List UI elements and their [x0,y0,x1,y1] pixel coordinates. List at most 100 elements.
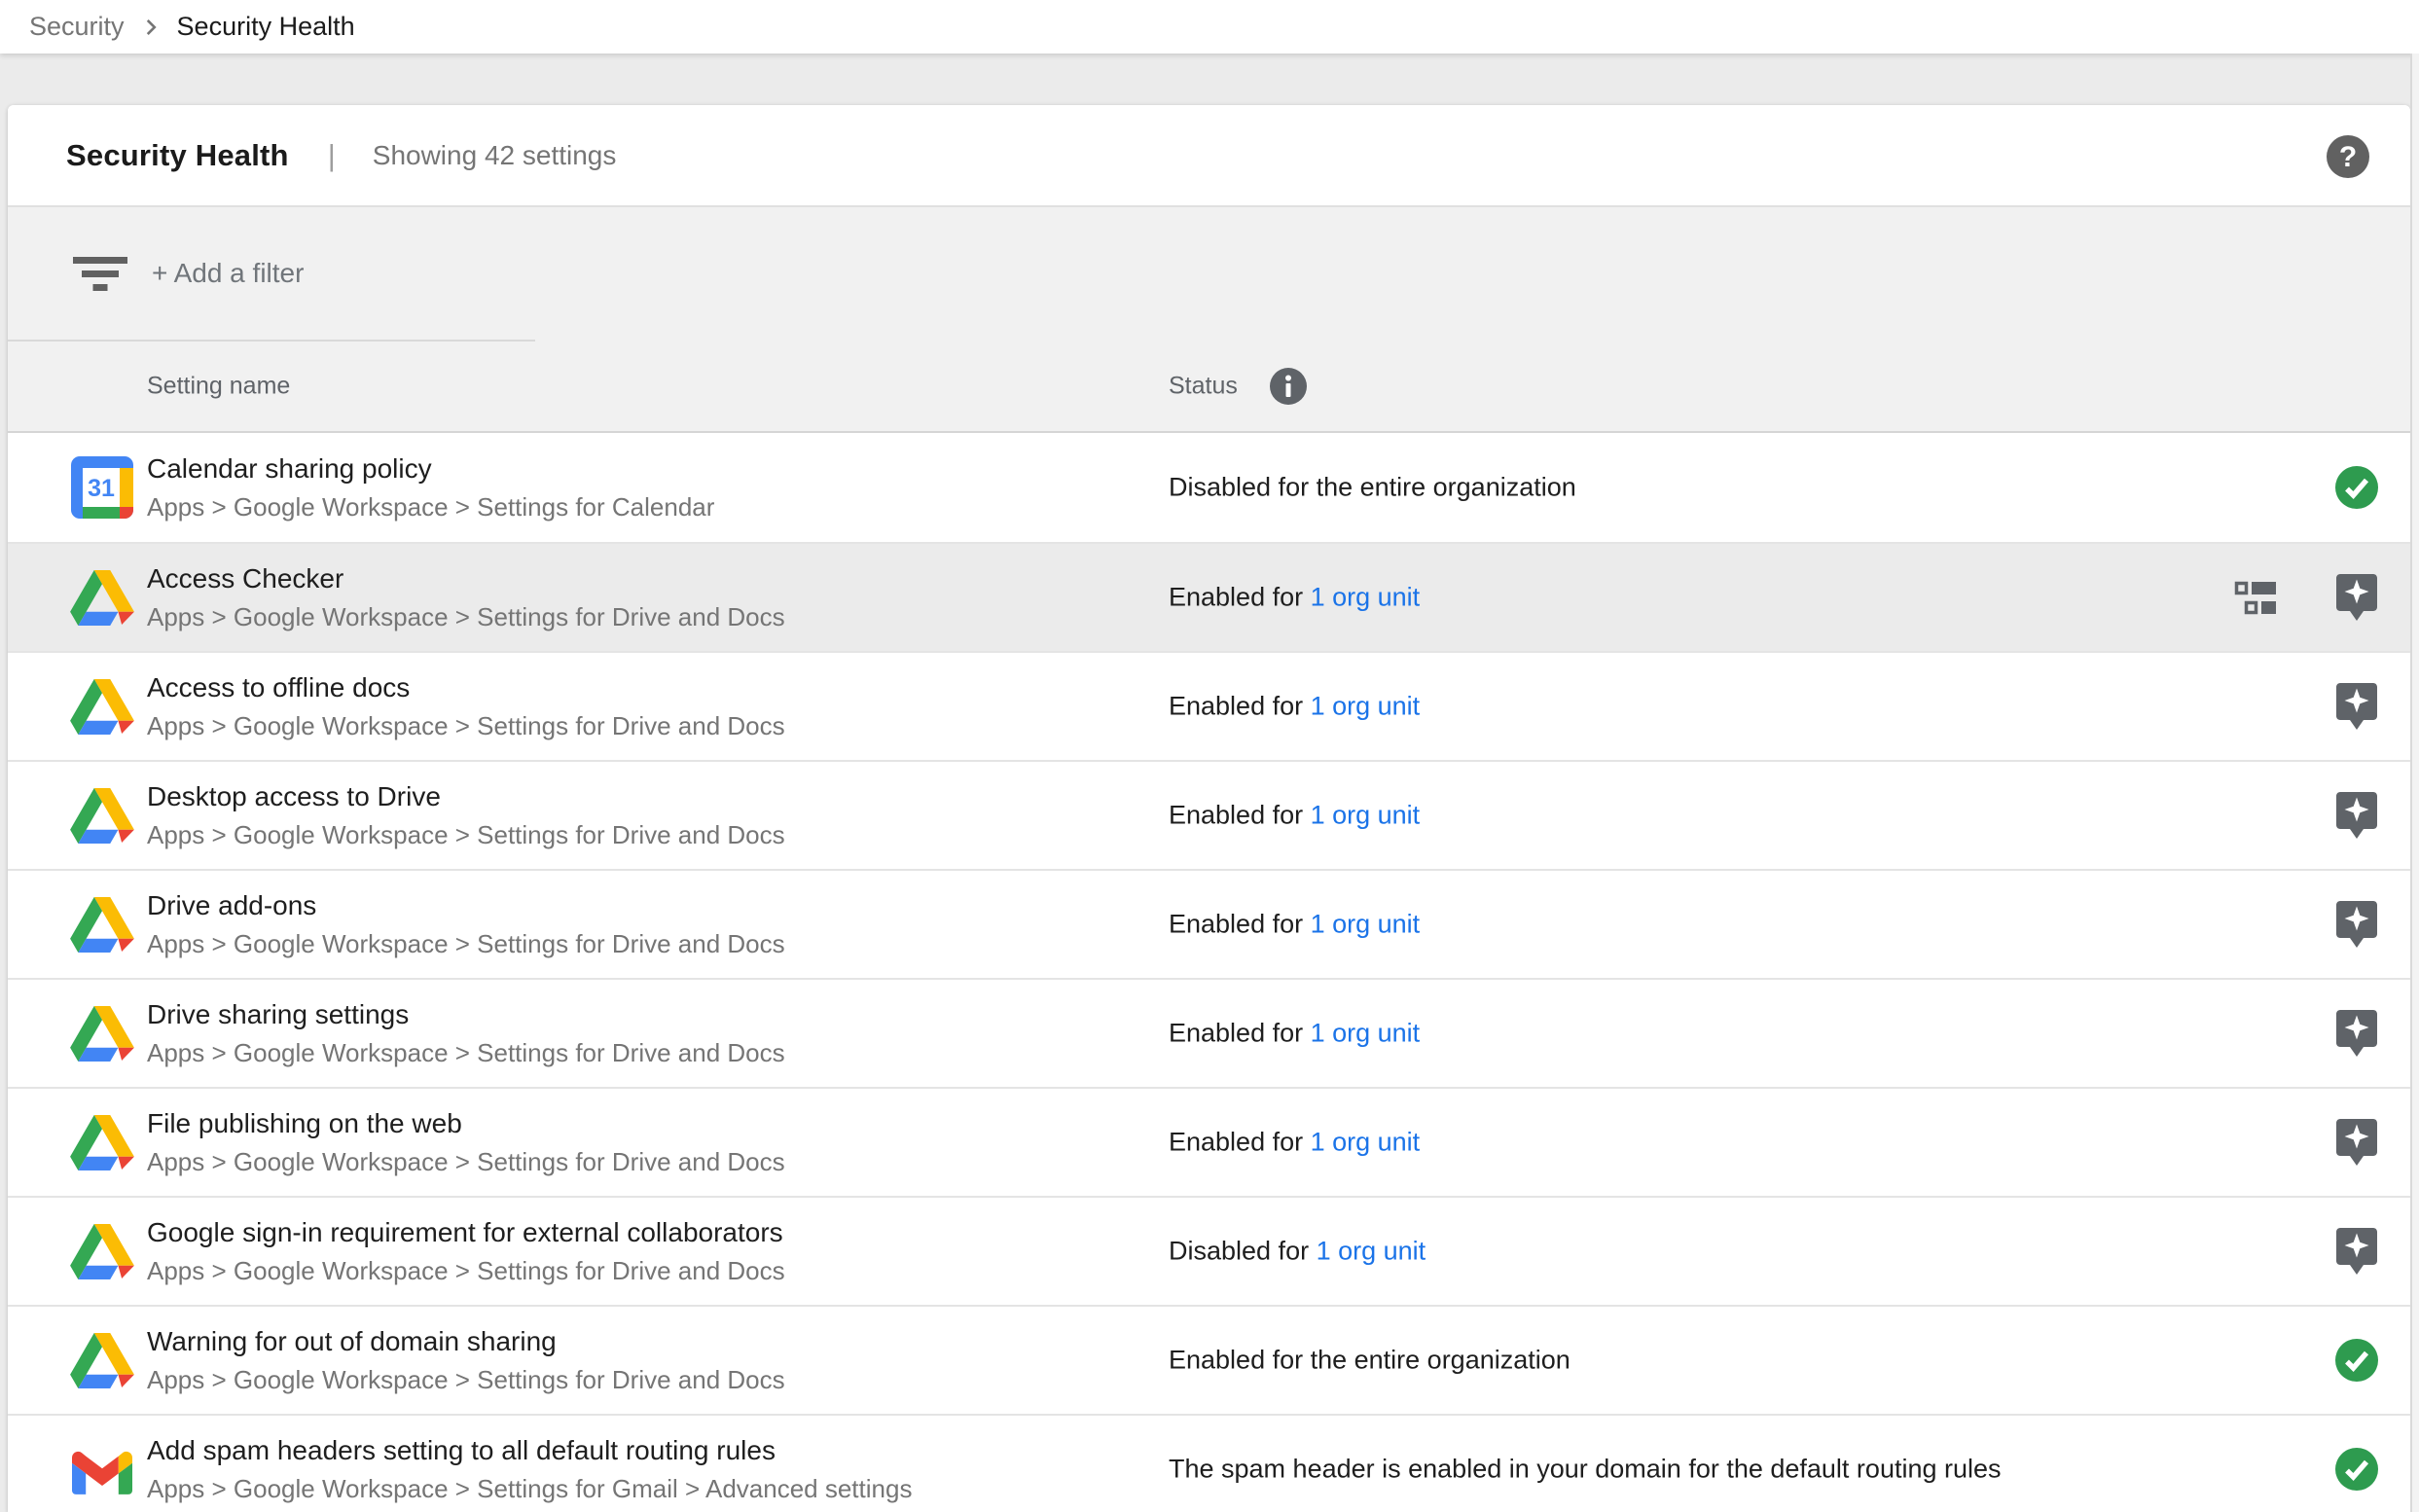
security-health-card: Security Health | Showing 42 settings ? … [8,105,2410,1512]
recommendation-icon[interactable] [2334,681,2379,732]
table-row[interactable]: Drive sharing settings Apps > Google Wor… [8,978,2410,1087]
org-unit-link[interactable]: 1 org unit [1311,583,1421,612]
org-unit-link[interactable]: 1 org unit [1311,692,1421,721]
scrollbar[interactable] [2410,54,2419,1512]
column-header-status: Status [1169,373,1238,401]
column-header-setting-name: Setting name [147,373,290,401]
setting-path: Apps > Google Workspace > Settings for D… [147,603,785,631]
setting-info: Access Checker Apps > Google Workspace >… [147,563,785,631]
breadcrumb-parent-link[interactable]: Security [29,12,125,42]
setting-status: Disabled for the entire organization [1169,473,1576,503]
table-row[interactable]: 31 Calendar sharing policy Apps > Google… [8,433,2410,542]
info-icon[interactable] [1269,367,1308,406]
drive-app-icon [70,1328,134,1392]
setting-info: File publishing on the web Apps > Google… [147,1108,785,1176]
card-header: Security Health | Showing 42 settings ? [8,105,2410,207]
table-header: Setting name Status [8,342,2410,431]
setting-status: Enabled for 1 org unit [1169,583,1420,613]
drive-app-icon [70,1001,134,1065]
table-row[interactable]: Access to offline docs Apps > Google Wor… [8,651,2410,760]
help-icon[interactable]: ? [2326,134,2370,179]
org-unit-link[interactable]: 1 org unit [1317,1237,1426,1266]
setting-status: Enabled for 1 org unit [1169,801,1420,831]
setting-path: Apps > Google Workspace > Settings for D… [147,930,785,958]
filter-bar: + Add a filter [8,207,2410,340]
setting-info: Google sign-in requirement for external … [147,1217,785,1285]
chevron-right-icon [138,15,163,40]
table-row[interactable]: Warning for out of domain sharing Apps >… [8,1305,2410,1414]
setting-info: Warning for out of domain sharing Apps >… [147,1326,785,1394]
recommendation-icon[interactable] [2334,1117,2379,1168]
setting-name: Drive sharing settings [147,999,785,1030]
filter-and-columns-band: + Add a filter Setting name Status [8,207,2410,433]
setting-status: Enabled for 1 org unit [1169,1019,1420,1049]
setting-name: Warning for out of domain sharing [147,1326,785,1357]
setting-info: Calendar sharing policy Apps > Google Wo… [147,453,714,522]
drive-app-icon [70,783,134,847]
setting-name: Calendar sharing policy [147,453,714,485]
status-ok-icon [2334,1335,2379,1386]
title-divider: | [328,138,336,173]
recommendation-icon[interactable] [2334,790,2379,841]
recommendation-icon[interactable] [2334,572,2379,623]
drive-app-icon [70,565,134,630]
setting-name: Add spam headers setting to all default … [147,1435,912,1466]
table-row[interactable]: Google sign-in requirement for external … [8,1196,2410,1305]
table-row[interactable]: Add spam headers setting to all default … [8,1414,2410,1512]
add-filter-button[interactable]: + Add a filter [152,258,304,289]
setting-path: Apps > Google Workspace > Settings for D… [147,1148,785,1176]
setting-path: Apps > Google Workspace > Settings for D… [147,1366,785,1394]
table-row[interactable]: File publishing on the web Apps > Google… [8,1087,2410,1196]
setting-info: Add spam headers setting to all default … [147,1435,912,1503]
setting-status: Enabled for 1 org unit [1169,910,1420,940]
drive-app-icon [70,892,134,956]
setting-path: Apps > Google Workspace > Settings for D… [147,1257,785,1285]
setting-status: The spam header is enabled in your domai… [1169,1455,2002,1485]
setting-info: Drive sharing settings Apps > Google Wor… [147,999,785,1067]
status-ok-icon [2334,1444,2379,1494]
setting-path: Apps > Google Workspace > Settings for D… [147,712,785,740]
setting-status: Enabled for 1 org unit [1169,692,1420,722]
setting-name: File publishing on the web [147,1108,785,1139]
gmail-app-icon [70,1437,134,1501]
setting-name: Access Checker [147,563,785,594]
setting-path: Apps > Google Workspace > Settings for C… [147,493,714,522]
breadcrumb-current: Security Health [177,12,355,42]
setting-name: Desktop access to Drive [147,781,785,812]
svg-text:31: 31 [88,475,115,502]
settings-rows: 31 Calendar sharing policy Apps > Google… [8,433,2410,1512]
recommendation-icon[interactable] [2334,899,2379,950]
org-unit-link[interactable]: 1 org unit [1311,1128,1421,1157]
setting-status: Enabled for 1 org unit [1169,1128,1420,1158]
org-unit-link[interactable]: 1 org unit [1311,910,1421,939]
filter-icon[interactable] [70,253,130,294]
breadcrumb: Security Security Health [0,0,2419,54]
settings-count: Showing 42 settings [373,140,617,171]
drive-app-icon [70,1219,134,1283]
setting-status: Disabled for 1 org unit [1169,1237,1426,1267]
table-row[interactable]: Desktop access to Drive Apps > Google Wo… [8,760,2410,869]
setting-info: Access to offline docs Apps > Google Wor… [147,672,785,740]
drive-app-icon [70,674,134,738]
recommendation-icon[interactable] [2334,1226,2379,1277]
org-units-icon[interactable] [2233,578,2278,617]
setting-name: Access to offline docs [147,672,785,703]
setting-info: Drive add-ons Apps > Google Workspace > … [147,890,785,958]
recommendation-icon[interactable] [2334,1008,2379,1059]
table-row[interactable]: Drive add-ons Apps > Google Workspace > … [8,869,2410,978]
setting-info: Desktop access to Drive Apps > Google Wo… [147,781,785,849]
setting-name: Drive add-ons [147,890,785,921]
calendar-app-icon: 31 [70,455,134,520]
setting-status: Enabled for the entire organization [1169,1346,1571,1376]
org-unit-link[interactable]: 1 org unit [1311,801,1421,830]
table-row[interactable]: Access Checker Apps > Google Workspace >… [8,542,2410,651]
setting-path: Apps > Google Workspace > Settings for G… [147,1475,912,1503]
svg-text:?: ? [2339,141,2357,173]
org-unit-link[interactable]: 1 org unit [1311,1019,1421,1048]
page-title: Security Health [66,138,289,173]
status-ok-icon [2334,462,2379,513]
setting-name: Google sign-in requirement for external … [147,1217,785,1248]
setting-path: Apps > Google Workspace > Settings for D… [147,1039,785,1067]
setting-path: Apps > Google Workspace > Settings for D… [147,821,785,849]
drive-app-icon [70,1110,134,1174]
